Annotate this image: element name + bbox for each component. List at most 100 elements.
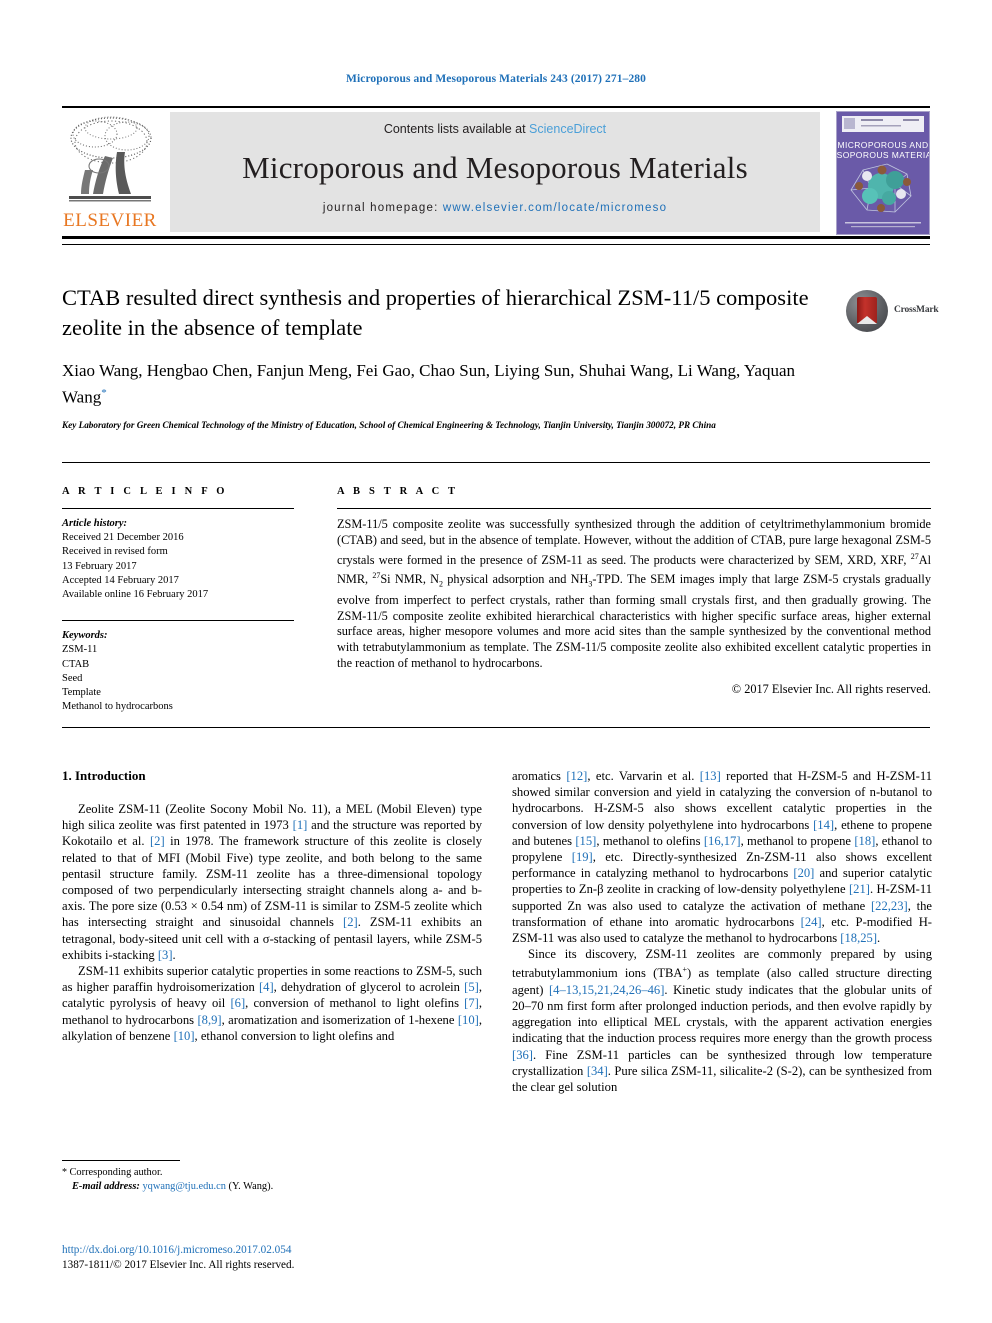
email-owner: (Y. Wang).: [228, 1181, 274, 1192]
keyword-item: Template: [62, 687, 101, 699]
citation-ref[interactable]: [8,9]: [197, 1013, 221, 1027]
homepage-label: journal homepage:: [322, 202, 443, 214]
journal-homepage-line: journal homepage: www.elsevier.com/locat…: [170, 202, 820, 214]
header-rule: [62, 106, 930, 108]
history-item: 13 February 2017: [62, 560, 137, 572]
footnote-rule: [62, 1160, 180, 1161]
abstract-heading: A B S T R A C T: [337, 486, 459, 497]
si-nmr-text: Si NMR, N: [380, 572, 440, 587]
keywords-block: Keywords: ZSM-11 CTAB Seed Template Meth…: [62, 629, 294, 714]
keyword-item: ZSM-11: [62, 644, 98, 656]
abstract-column: A B S T R A C T ZSM-11/5 composite zeoli…: [337, 486, 931, 697]
affiliation: Key Laboratory for Green Chemical Techno…: [62, 419, 716, 430]
abstract-part-3: -TPD. The SEM images imply that large ZS…: [337, 572, 931, 671]
article-info-heading: A R T I C L E I N F O: [62, 486, 228, 497]
article-info-column: A R T I C L E I N F O Article history: R…: [62, 486, 294, 714]
citation-ref[interactable]: [21]: [849, 882, 870, 896]
citation-ref[interactable]: [10]: [174, 1029, 195, 1043]
citation-ref[interactable]: [19]: [572, 850, 593, 864]
crossmark-badge[interactable]: CrossMark: [846, 288, 942, 334]
paragraph: Since its discovery, ZSM-11 zeolites are…: [512, 947, 932, 1095]
paragraph: aromatics [12], etc. Varvarin et al. [13…: [512, 769, 933, 946]
email-note: E-mail address: yqwang@tju.edu.cn (Y. Wa…: [62, 1180, 482, 1194]
issn-copyright-line: 1387-1811/© 2017 Elsevier Inc. All right…: [62, 1259, 295, 1271]
footnote-block: * Corresponding author. E-mail address: …: [62, 1166, 482, 1194]
email-label: E-mail address:: [72, 1181, 140, 1192]
banner-bottom-rule: [62, 236, 930, 239]
paragraph: ZSM-11 exhibits superior catalytic prope…: [62, 964, 483, 1043]
corresponding-author-text: Corresponding author.: [69, 1167, 163, 1178]
corresponding-author-marker: *: [101, 387, 107, 399]
author-names: Xiao Wang, Hengbao Chen, Fanjun Meng, Fe…: [62, 361, 795, 407]
citation-ref[interactable]: [1]: [293, 818, 308, 832]
doi-link[interactable]: http://dx.doi.org/10.1016/j.micromeso.20…: [62, 1243, 482, 1258]
contents-prefix: Contents lists available at: [383, 122, 530, 136]
keyword-item: CTAB: [62, 658, 90, 670]
section-heading-introduction: 1. Introduction: [62, 768, 146, 783]
citation-ref[interactable]: [4]: [259, 980, 274, 994]
elsevier-logo: ELSEVIER: [62, 110, 158, 234]
abstract-text: ZSM-11/5 composite zeolite was successfu…: [337, 517, 931, 672]
doi-block: http://dx.doi.org/10.1016/j.micromeso.20…: [62, 1243, 482, 1273]
keywords-label: Keywords:: [62, 630, 108, 642]
citation-ref[interactable]: [6]: [230, 996, 245, 1010]
banner-bottom-rule-thin: [62, 244, 930, 245]
citation-ref[interactable]: [22,23]: [871, 899, 908, 913]
citation-ref[interactable]: [7]: [464, 996, 479, 1010]
sciencedirect-link[interactable]: ScienceDirect: [529, 122, 606, 136]
contents-available-line: Contents lists available at ScienceDirec…: [170, 122, 820, 136]
keyword-item: Methanol to hydrocarbons: [62, 701, 173, 713]
history-item: Received 21 December 2016: [62, 532, 184, 544]
citation-ref[interactable]: [24]: [801, 915, 822, 929]
copyright-line: © 2017 Elsevier Inc. All rights reserved…: [731, 681, 931, 696]
author-list: Xiao Wang, Hengbao Chen, Fanjun Meng, Fe…: [62, 359, 842, 409]
citation-ref[interactable]: [12]: [566, 769, 587, 783]
history-item: Received in revised form: [62, 546, 168, 558]
running-head: Microporous and Mesoporous Materials 243…: [345, 73, 647, 85]
citation-ref[interactable]: [2]: [343, 915, 358, 929]
history-item: Available online 16 February 2017: [62, 589, 209, 601]
citation-ref[interactable]: [15]: [575, 834, 596, 848]
keywords-rule: [62, 620, 294, 622]
keyword-item: Seed: [62, 672, 83, 684]
citation-ref[interactable]: [3]: [158, 948, 173, 962]
citation-ref[interactable]: [34]: [587, 1064, 608, 1078]
email-link[interactable]: yqwang@tju.edu.cn: [142, 1181, 225, 1192]
citation-ref[interactable]: [5]: [464, 980, 479, 994]
svg-text:MESOPOROUS MATERIALS: MESOPOROUS MATERIALS: [837, 150, 929, 160]
banner-center: Contents lists available at ScienceDirec…: [170, 112, 820, 232]
title-block: CTAB resulted direct synthesis and prope…: [62, 283, 842, 432]
crossmark-label: CrossMark: [894, 305, 939, 315]
homepage-url-link[interactable]: www.elsevier.com/locate/micromeso: [443, 202, 667, 214]
citation-ref[interactable]: [18,25]: [840, 931, 877, 945]
journal-title: Microporous and Mesoporous Materials: [242, 150, 748, 185]
elsevier-tree-icon: [65, 112, 155, 208]
body-column-left: 1. Introduction Zeolite ZSM-11 (Zeolite …: [62, 768, 482, 1044]
citation-ref[interactable]: [14]: [813, 818, 834, 832]
history-item: Accepted 14 February 2017: [62, 574, 179, 586]
abstract-bottom-rule: [62, 727, 930, 728]
journal-banner: ELSEVIER Contents lists available at Sci…: [62, 110, 930, 235]
corresponding-author-note: * Corresponding author.: [62, 1166, 482, 1180]
article-info-rule: [62, 508, 294, 509]
page-title: CTAB resulted direct synthesis and prope…: [62, 285, 809, 340]
article-page: Microporous and Mesoporous Materials 243…: [0, 0, 992, 1323]
citation-ref[interactable]: [4–13,15,21,24,26–46]: [549, 983, 664, 997]
asterisk-icon: *: [62, 1167, 70, 1178]
body-column-right: aromatics [12], etc. Varvarin et al. [13…: [512, 768, 932, 1095]
citation-ref[interactable]: [2]: [150, 834, 165, 848]
elsevier-wordmark: ELSEVIER: [63, 210, 157, 231]
journal-cover-thumbnail: MICROPOROUS AND MESOPOROUS MATERIALS: [836, 111, 930, 235]
citation-ref[interactable]: [36]: [512, 1048, 533, 1062]
article-history: Article history: Received 21 December 20…: [62, 517, 294, 602]
abstract-part-1: ZSM-11/5 composite zeolite was successfu…: [337, 517, 931, 567]
citation-ref[interactable]: [16,17]: [704, 834, 741, 848]
svg-text:MICROPOROUS AND: MICROPOROUS AND: [837, 140, 928, 150]
citation-ref[interactable]: [18]: [854, 834, 875, 848]
citation-ref[interactable]: [13]: [700, 769, 721, 783]
citation-ref[interactable]: [20]: [793, 866, 814, 880]
citation-ref[interactable]: [10]: [458, 1013, 479, 1027]
al-isotope-superscript: 27: [910, 551, 919, 561]
article-history-label: Article history:: [62, 518, 128, 529]
abstract-part-2: physical adsorption and NH: [443, 572, 589, 587]
